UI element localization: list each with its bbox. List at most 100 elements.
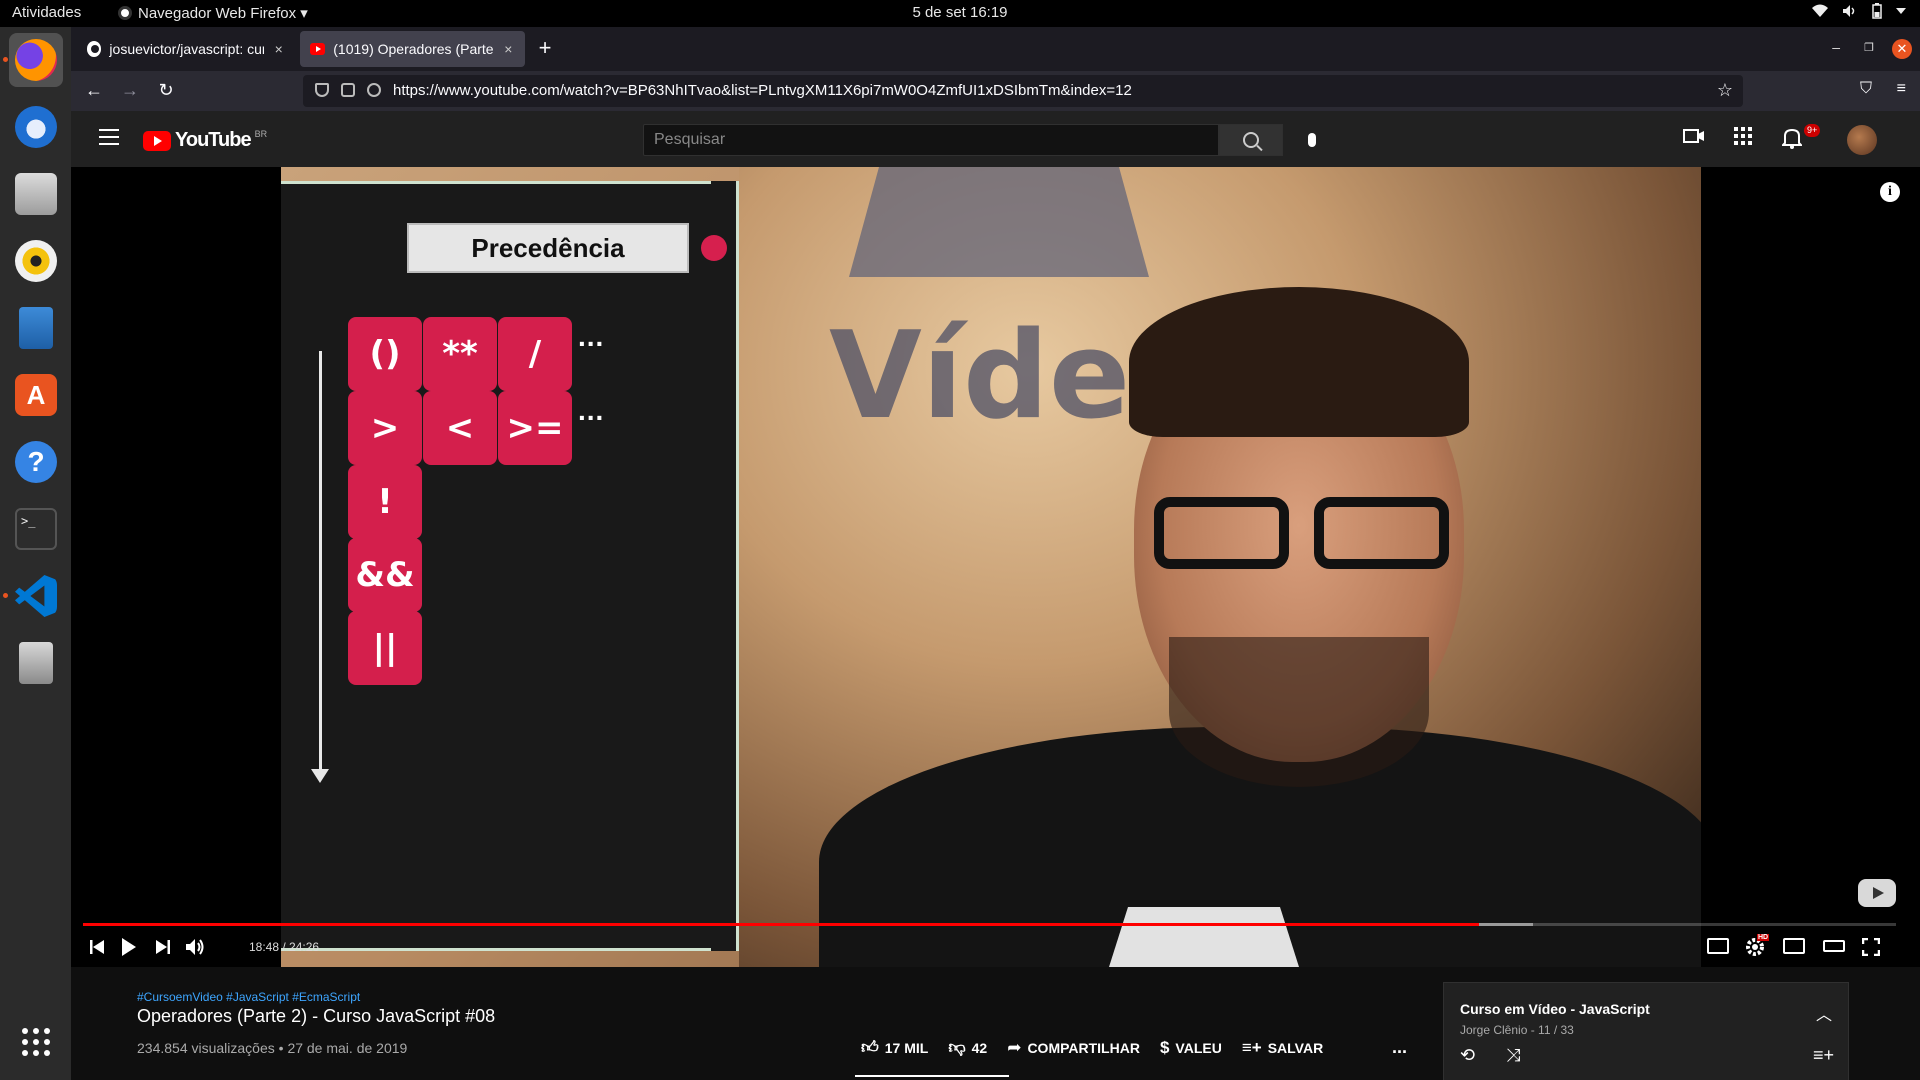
playlist-title[interactable]: Curso em Vídeo - JavaScript xyxy=(1460,1001,1650,1017)
save-button[interactable]: ≡+ SALVAR xyxy=(1242,1038,1323,1058)
voice-search-button[interactable] xyxy=(1298,126,1326,154)
help-icon: ? xyxy=(15,441,57,483)
dock-thunderbird[interactable] xyxy=(9,100,63,154)
settings-button[interactable]: HD xyxy=(1743,934,1770,958)
chevron-up-icon[interactable]: ︿ xyxy=(1816,1001,1832,1025)
share-icon: ➦ xyxy=(1007,1037,1022,1057)
url-bar[interactable]: https://www.youtube.com/watch?v=BP63NhIT… xyxy=(303,75,1743,107)
notifications-bell-icon[interactable] xyxy=(1780,127,1804,151)
reload-button[interactable]: ↻ xyxy=(155,80,177,101)
github-icon xyxy=(87,41,102,57)
channel-watermark-icon[interactable] xyxy=(1858,879,1896,907)
search-input[interactable] xyxy=(644,125,1218,155)
thumbs-up-icon: 👍︎ xyxy=(861,1038,879,1057)
dock-disk[interactable] xyxy=(9,636,63,690)
thanks-icon: $ xyxy=(1159,1037,1170,1057)
operator-parentheses: () xyxy=(348,317,422,391)
video-hashtags[interactable]: #CursoemVideo #JavaScript #EcmaScript xyxy=(137,990,360,1004)
create-video-icon[interactable] xyxy=(1682,127,1706,151)
chevron-down-icon xyxy=(1896,8,1906,14)
info-card-icon[interactable]: i xyxy=(1880,182,1900,202)
thunderbird-icon xyxy=(15,106,57,148)
more-actions-button[interactable]: ... xyxy=(1392,1037,1407,1058)
search-button[interactable] xyxy=(1219,124,1283,156)
system-tray[interactable] xyxy=(1812,3,1906,19)
presenter-beard xyxy=(1169,637,1429,787)
url-text: https://www.youtube.com/watch?v=BP63NhIT… xyxy=(393,82,1132,99)
playlist-panel: Curso em Vídeo - JavaScript Jorge Clênio… xyxy=(1443,982,1849,1080)
writer-icon xyxy=(19,307,53,349)
previous-button[interactable] xyxy=(85,936,109,958)
dislike-button[interactable]: 👎︎ 42 xyxy=(948,1037,987,1058)
dock-firefox[interactable] xyxy=(9,33,63,87)
region-code: BR xyxy=(254,128,268,139)
back-button[interactable]: ← xyxy=(83,80,105,101)
app-menu[interactable]: Navegador Web Firefox ▾ xyxy=(118,4,308,22)
miniplayer-icon[interactable] xyxy=(1783,938,1805,954)
video-actions: 👍︎ 17 MIL 👎︎ 42 ➦ COMPARTILHAR $ VALEU ≡… xyxy=(861,1037,1343,1058)
share-button[interactable]: ➦ COMPARTILHAR xyxy=(1007,1038,1140,1058)
tab-title: (1019) Operadores (Parte xyxy=(333,41,494,57)
show-apps-button[interactable] xyxy=(9,1015,63,1069)
close-icon[interactable]: × xyxy=(502,41,515,57)
apps-grid-icon[interactable] xyxy=(1731,127,1755,151)
dock-software[interactable]: A xyxy=(9,368,63,422)
hamburger-menu-icon[interactable] xyxy=(99,129,119,150)
playlist-add-icon[interactable]: ≡+ xyxy=(1813,1045,1834,1066)
progress-played xyxy=(83,923,1479,926)
video-meta: 234.854 visualizações • 27 de mai. de 20… xyxy=(137,1040,408,1056)
background-logo xyxy=(849,167,1149,277)
bookmark-star-icon[interactable]: ☆ xyxy=(1717,80,1733,101)
running-indicator xyxy=(3,593,8,598)
dock-vscode[interactable] xyxy=(9,569,63,623)
fullscreen-button[interactable] xyxy=(1859,936,1883,958)
operator-greater-equal: >= xyxy=(498,391,572,465)
dock-writer[interactable] xyxy=(9,301,63,355)
dock-terminal[interactable]: >_ xyxy=(9,502,63,556)
operator-exponent: ** xyxy=(423,317,497,391)
minimize-icon[interactable]: – xyxy=(1832,39,1840,55)
new-tab-button[interactable]: + xyxy=(531,35,559,61)
operator-greater: > xyxy=(348,391,422,465)
save-label: SALVAR xyxy=(1267,1039,1324,1056)
loop-icon[interactable]: ⟲ xyxy=(1460,1045,1475,1066)
menu-icon[interactable]: ≡ xyxy=(1897,80,1906,98)
fullscreen-icon xyxy=(1862,938,1880,956)
thanks-button[interactable]: $ VALEU xyxy=(1160,1038,1222,1058)
video-player[interactable]: Precedência () ** / ... > < >= ... ! && … xyxy=(71,167,1920,967)
theater-mode-icon[interactable] xyxy=(1823,940,1845,952)
volume-button[interactable] xyxy=(183,936,207,958)
video-title: Operadores (Parte 2) - Curso JavaScript … xyxy=(137,1006,496,1026)
subtitles-icon[interactable] xyxy=(1707,938,1729,954)
shield-icon[interactable] xyxy=(315,83,329,97)
like-ratio-bar xyxy=(855,1075,1009,1077)
permissions-icon[interactable] xyxy=(367,83,381,97)
lock-icon[interactable] xyxy=(341,83,355,97)
tab-youtube[interactable]: (1019) Operadores (Parte × xyxy=(300,31,525,67)
dock-files[interactable] xyxy=(9,167,63,221)
battery-icon xyxy=(1872,3,1882,19)
play-button[interactable] xyxy=(117,936,141,958)
operator-and: && xyxy=(348,538,422,612)
dislike-count: 42 xyxy=(971,1039,988,1056)
dock-help[interactable]: ? xyxy=(9,435,63,489)
next-button[interactable] xyxy=(151,936,175,958)
dock: A ? >_ xyxy=(0,27,71,1080)
pocket-icon[interactable]: ⛉ xyxy=(1860,80,1872,98)
restore-icon[interactable]: ❐ xyxy=(1864,41,1874,54)
activities-button[interactable]: Atividades xyxy=(12,4,81,21)
operator-or: || xyxy=(348,611,422,685)
shuffle-icon[interactable]: ⤨ xyxy=(1506,1045,1520,1066)
user-avatar[interactable] xyxy=(1847,125,1877,155)
precedence-arrow xyxy=(311,351,329,783)
forward-button[interactable]: → xyxy=(119,80,141,101)
like-button[interactable]: 👍︎ 17 MIL xyxy=(861,1037,928,1058)
tab-github[interactable]: josuevictor/javascript: cur × xyxy=(77,31,295,67)
video-details: #CursoemVideo #JavaScript #EcmaScript Op… xyxy=(71,967,1920,1080)
youtube-logo[interactable]: YouTube BR xyxy=(143,129,267,152)
search-icon xyxy=(1243,132,1259,148)
close-icon[interactable]: × xyxy=(272,41,285,57)
progress-bar[interactable] xyxy=(83,923,1896,926)
window-close-button[interactable]: ✕ xyxy=(1892,39,1912,59)
dock-rhythmbox[interactable] xyxy=(9,234,63,288)
